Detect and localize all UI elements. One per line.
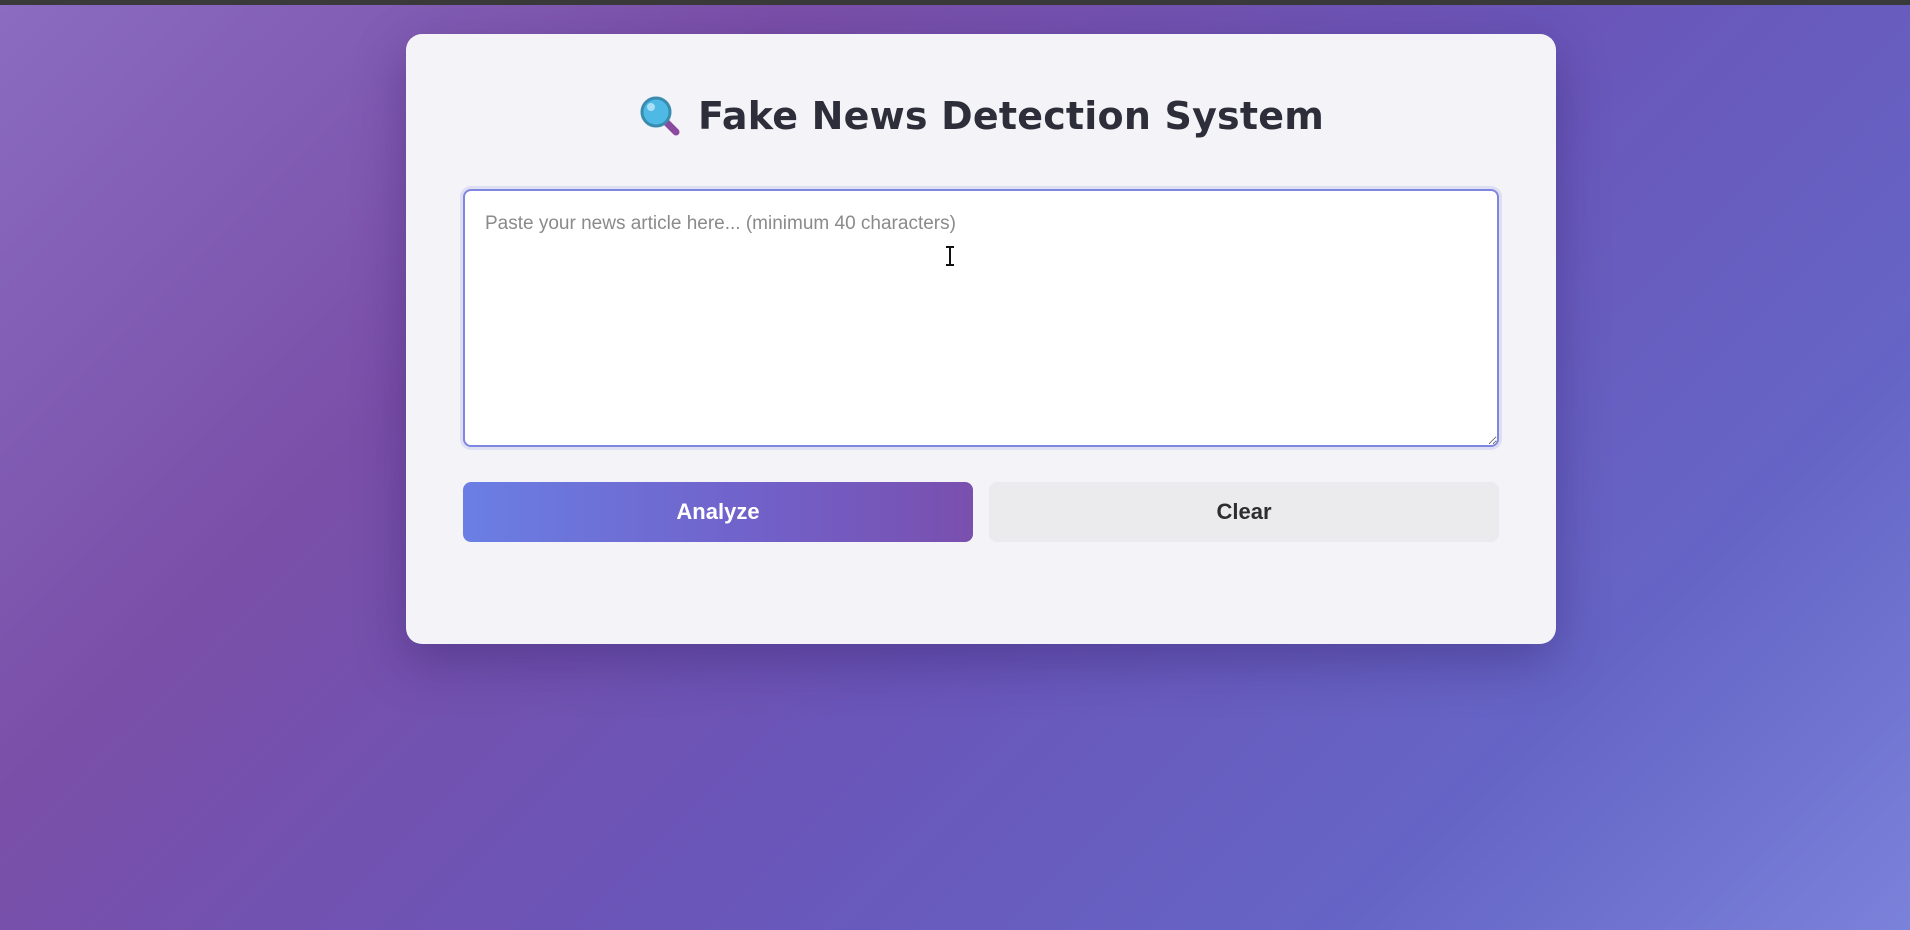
text-cursor-icon bbox=[943, 246, 957, 266]
magnifying-glass-icon bbox=[638, 94, 682, 138]
clear-button[interactable]: Clear bbox=[989, 482, 1499, 542]
header: Fake News Detection System bbox=[406, 94, 1556, 138]
detector-card: Fake News Detection System Analyze Clear bbox=[406, 34, 1556, 644]
browser-top-edge bbox=[0, 0, 1910, 5]
page-title: Fake News Detection System bbox=[697, 94, 1324, 138]
analyze-button[interactable]: Analyze bbox=[463, 482, 973, 542]
article-textarea[interactable] bbox=[463, 189, 1499, 447]
article-input-container bbox=[463, 189, 1499, 447]
